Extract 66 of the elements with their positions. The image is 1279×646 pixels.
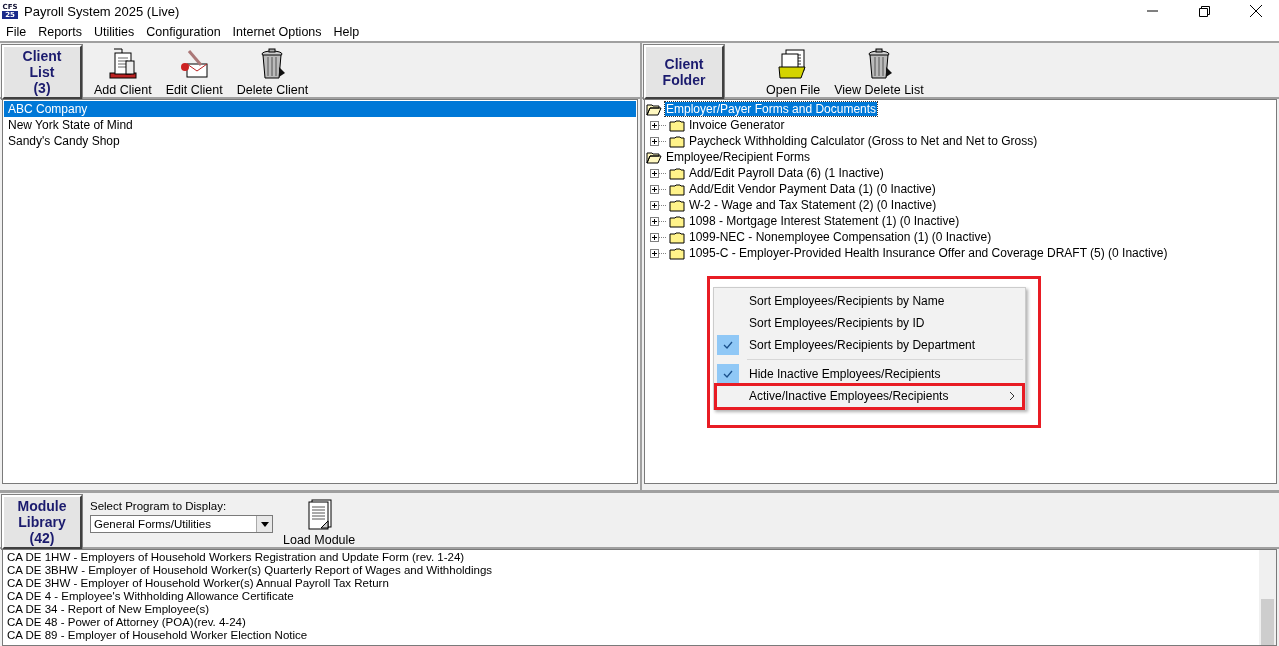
select-label: Select Program to Display:: [90, 500, 228, 512]
module-item[interactable]: CA DE 3HW - Employer of Household Worker(s) Annual Payroll Tax Return: [7, 577, 1255, 590]
module-library-tab[interactable]: Module Library (42): [2, 495, 82, 549]
toolbar-button[interactable]: Open File: [764, 45, 823, 97]
toolbar-button[interactable]: Edit Client: [163, 45, 225, 97]
module-item[interactable]: CA DE 3BHW - Employer of Household Worker(s) Quarterly Report of Wages and Withholdings: [7, 564, 1255, 577]
client-item[interactable]: ABC Company: [4, 101, 636, 117]
module-item[interactable]: CA DE 4 - Employee's Withholding Allowance Certificate: [7, 590, 1255, 603]
open-folder-icon: [646, 150, 662, 164]
menu-item[interactable]: Internet Options: [226, 24, 328, 39]
tree-node[interactable]: Add/Edit Vendor Payment Data (1) (0 Inactive): [688, 182, 937, 196]
client-item[interactable]: Sandy's Candy Shop: [4, 133, 636, 149]
load-module-button[interactable]: Load Module: [281, 495, 358, 547]
module-item[interactable]: CA DE 89 - Employer of Household Worker Election Notice: [7, 629, 1255, 642]
expand-icon[interactable]: [650, 248, 666, 258]
client-item[interactable]: New York State of Mind: [4, 117, 636, 133]
menu-item[interactable]: File: [0, 24, 33, 39]
folder-icon: [669, 182, 685, 196]
toolbar-button[interactable]: Add Client: [92, 45, 154, 97]
expand-icon[interactable]: [650, 216, 666, 226]
folder-icon: [669, 230, 685, 244]
menu-option[interactable]: Sort Employees/Recipients by ID: [714, 312, 1025, 334]
folder-icon: [669, 166, 685, 180]
folder-icon: [669, 118, 685, 132]
menu-option[interactable]: Hide Inactive Employees/Recipients: [714, 363, 1025, 385]
toolbar-button[interactable]: View Delete List: [832, 45, 926, 97]
menu-item[interactable]: Configuration: [140, 24, 227, 39]
tree-node[interactable]: Invoice Generator: [688, 118, 786, 132]
close-icon: [1250, 5, 1262, 17]
folder-icon: [669, 214, 685, 228]
scrollbar[interactable]: [1259, 550, 1276, 645]
menu-option[interactable]: Active/Inactive Employees/Recipients: [714, 385, 1025, 407]
tree-node[interactable]: W-2 - Wage and Tax Statement (2) (0 Inactive): [688, 198, 938, 212]
client-folder-tab[interactable]: Client Folder: [644, 45, 724, 99]
menu-option[interactable]: Sort Employees/Recipients by Department: [714, 334, 1025, 356]
tree-node[interactable]: Add/Edit Payroll Data (6) (1 Inactive): [688, 166, 885, 180]
toolbar-button[interactable]: Delete Client: [234, 45, 311, 97]
tree-node[interactable]: Paycheck Withholding Calculator (Gross to Net and Net to Gross): [688, 134, 1039, 148]
module-item[interactable]: CA DE 1HW - Employers of Household Workers Registration and Update Form (rev. 1-24): [7, 551, 1255, 564]
expand-icon[interactable]: [650, 168, 666, 178]
module-item[interactable]: CA DE 34 - Report of New Employee(s): [7, 603, 1255, 616]
tree-node[interactable]: 1099-NEC - Nonemployee Compensation (1) (0 Inactive): [688, 230, 993, 244]
menu-option[interactable]: Sort Employees/Recipients by Name: [714, 290, 1025, 312]
menu-item[interactable]: Help: [327, 24, 366, 39]
expand-icon[interactable]: [650, 120, 666, 130]
menu-item[interactable]: Reports: [32, 24, 88, 39]
expand-icon[interactable]: [650, 232, 666, 242]
folder-icon: [669, 246, 685, 260]
program-dropdown[interactable]: General Forms/Utilities: [90, 515, 273, 533]
expand-icon[interactable]: [650, 136, 666, 146]
client-list-tab[interactable]: Client List (3): [2, 45, 82, 99]
window-title: Payroll System 2025 (Live): [24, 3, 181, 19]
folder-icon: [669, 134, 685, 148]
restore-icon: [1198, 5, 1210, 17]
tree-node[interactable]: 1095-C - Employer-Provided Health Insurance Offer and Coverage DRAFT (5) (0 Inactive): [688, 246, 1169, 260]
folder-icon: [669, 198, 685, 212]
menu-item[interactable]: Utilities: [87, 24, 141, 39]
minimize-icon: [1146, 10, 1158, 12]
expand-icon[interactable]: [650, 184, 666, 194]
tree-node[interactable]: 1098 - Mortgage Interest Statement (1) (0 Inactive): [688, 214, 961, 228]
open-folder-icon: [646, 102, 662, 116]
expand-icon[interactable]: [650, 200, 666, 210]
tree-node[interactable]: Employer/Payer Forms and Documents: [665, 102, 878, 116]
tree-node[interactable]: Employee/Recipient Forms: [665, 150, 812, 164]
dropdown-arrow-icon: [260, 521, 269, 527]
module-item[interactable]: CA DE 48 - Power of Attorney (POA)(rev. 4-24): [7, 616, 1255, 629]
